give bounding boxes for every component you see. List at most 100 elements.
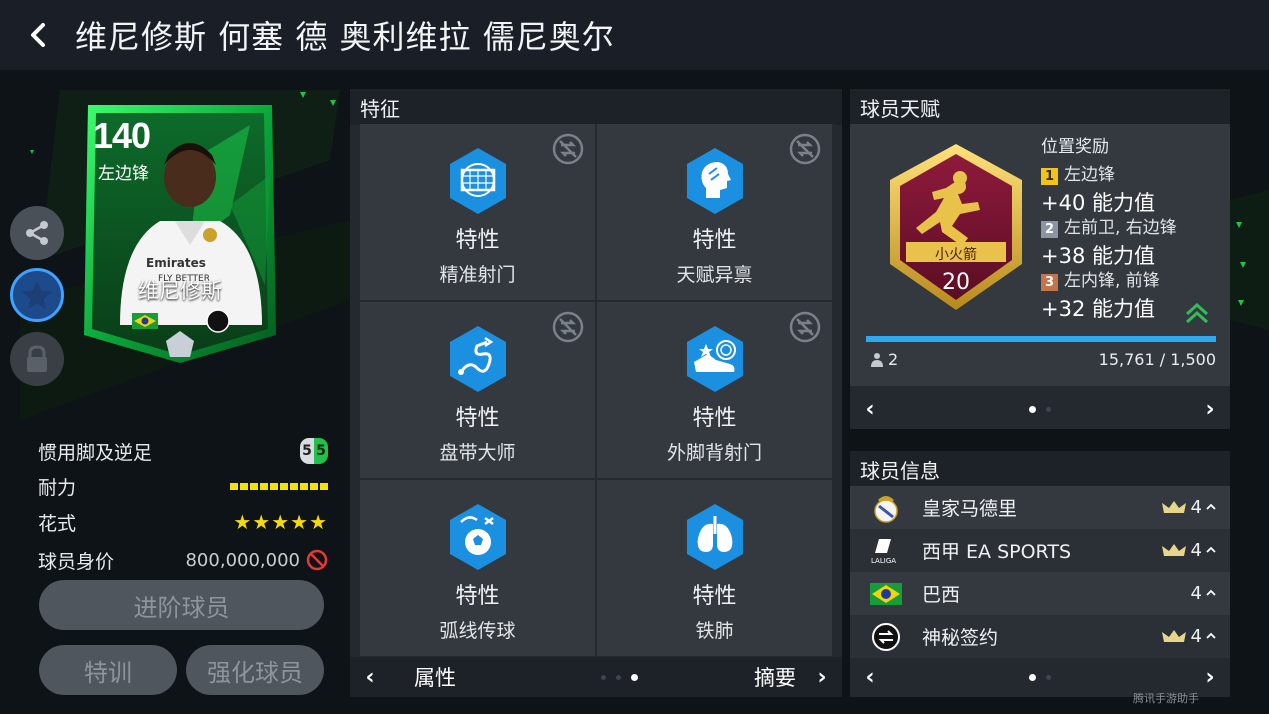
feature-name: 铁肺 [695, 620, 734, 642]
feature-cell-5[interactable]: 特性 弧线传球 [360, 480, 597, 658]
info-rating: 4 [1140, 583, 1230, 604]
talent-badge-name: 小火箭 [935, 247, 977, 263]
mystery-sign-icon [872, 622, 900, 651]
rating-value: 4 [1190, 626, 1202, 647]
feature-cell-3[interactable]: 特性 盘带大师 [360, 302, 597, 480]
info-prev-arrow[interactable]: ‹ [850, 665, 890, 690]
feature-name: 精准射门 [439, 264, 516, 286]
swap-icon[interactable] [551, 310, 585, 344]
talent-progress-fill [866, 336, 1216, 342]
card-position: 左边锋 [98, 164, 149, 184]
share-icon [26, 221, 48, 245]
lock-button[interactable] [10, 332, 64, 386]
reward-row-1: 1 左边锋 +40 能力值 [1041, 160, 1155, 217]
reward-row-3: 3 左内锋, 前锋 +32 能力值 [1041, 266, 1160, 323]
rank-badge: 1 [1041, 168, 1058, 185]
position-reward-title: 位置奖励 [1041, 137, 1109, 157]
info-row-signing[interactable]: 神秘签约 4 [850, 615, 1230, 658]
info-label: 西甲 EA SPORTS [922, 541, 1072, 563]
prev-arrow[interactable]: ‹ [350, 665, 390, 690]
price-label: 球员身价 [38, 550, 115, 573]
foot-rating: 5 5 [300, 438, 328, 464]
info-rating: 4 [1140, 626, 1230, 647]
chevron-up-icon [1206, 632, 1216, 639]
features-footer: ‹ 属性 摘要 › [350, 657, 842, 697]
talent-footer: ‹ › [850, 389, 1230, 429]
reward-positions: 左内锋, 前锋 [1064, 271, 1160, 291]
rating-value: 4 [1190, 583, 1202, 604]
features-panel: 特征 特性 精准射门 特性 天赋异禀 特性 盘带大师 特性 外脚背射门 特性 弧… [350, 89, 842, 697]
foot-stat-row: 惯用脚及逆足 5 5 [38, 436, 328, 466]
feature-cell-6[interactable]: 特性 铁肺 [597, 480, 834, 658]
info-row-nation[interactable]: 巴西 4 [850, 572, 1230, 615]
chevron-left-icon [30, 23, 45, 47]
feature-cell-2[interactable]: 特性 天赋异禀 [597, 124, 834, 302]
feature-type: 特性 [455, 584, 500, 609]
next-arrow[interactable]: › [802, 665, 842, 690]
card-player-name: 维尼修斯 [138, 279, 222, 303]
curve-ball-icon [449, 504, 506, 570]
price-stat-row: 球员身价 800,000,000 [38, 545, 328, 575]
attributes-tab[interactable]: 属性 [414, 662, 456, 692]
feature-name: 外脚背射门 [666, 442, 762, 464]
info-label: 巴西 [922, 584, 961, 606]
info-row-league[interactable]: LALIGA 西甲 EA SPORTS 4 [850, 529, 1230, 572]
page-title: 维尼修斯 何塞 德 奥利维拉 儒尼奥尔 [75, 18, 615, 56]
chevron-up-icon [1206, 503, 1216, 510]
feature-name: 弧线传球 [439, 620, 516, 642]
goal-net-icon [449, 148, 506, 214]
lungs-icon [686, 504, 743, 570]
chevron-up-icon [1206, 546, 1216, 553]
crown-icon [1161, 543, 1186, 556]
info-next-arrow[interactable]: › [1190, 665, 1230, 690]
reward-positions: 左边锋 [1064, 165, 1115, 185]
back-button[interactable] [0, 0, 75, 70]
feature-type: 特性 [692, 584, 737, 609]
svg-text:LALIGA: LALIGA [871, 557, 896, 565]
feature-cell-4[interactable]: 特性 外脚背射门 [597, 302, 834, 480]
enhance-player-button[interactable]: 强化球员 [186, 645, 324, 695]
swap-icon[interactable] [788, 132, 822, 166]
star-icon [22, 280, 52, 310]
price-value: 800,000,000 [185, 549, 300, 571]
reward-positions: 左前卫, 右边锋 [1064, 218, 1177, 238]
advance-player-button[interactable]: 进阶球员 [39, 580, 324, 630]
info-label: 神秘签约 [922, 627, 999, 649]
talent-next-arrow[interactable]: › [1190, 397, 1230, 422]
summary-tab[interactable]: 摘要 [754, 662, 796, 692]
info-label: 皇家马德里 [922, 498, 1018, 520]
swap-icon[interactable] [788, 310, 822, 344]
info-row-club[interactable]: 皇家马德里 4 [850, 486, 1230, 529]
player-card[interactable]: Emirates FLY BETTER 140 左边锋 维尼修斯 [80, 95, 280, 367]
special-training-button[interactable]: 特训 [39, 645, 177, 695]
stamina-label: 耐力 [38, 476, 77, 499]
brazil-flag-icon [870, 582, 902, 605]
share-button[interactable] [10, 206, 64, 260]
player-count-icon [871, 353, 883, 367]
feature-type: 特性 [692, 228, 737, 253]
talent-page-dots [1029, 405, 1051, 413]
reward-row-2: 2 左前卫, 右边锋 +38 能力值 [1041, 213, 1177, 270]
lock-icon [27, 345, 47, 372]
reward-bonus: +32 能力值 [1041, 297, 1155, 321]
boot-icon [686, 326, 743, 392]
laliga-logo-icon: LALIGA [871, 538, 896, 565]
foot-weak-value: 5 [314, 438, 328, 464]
crown-icon [1161, 500, 1186, 513]
skill-stat-row: 花式 ★★★★★ [38, 507, 328, 537]
rating-value: 4 [1190, 540, 1202, 561]
price-value-group: 800,000,000 [185, 549, 328, 571]
watermark: 腾讯手游助手 [1133, 692, 1199, 705]
talent-prev-arrow[interactable]: ‹ [850, 397, 890, 422]
favorite-button[interactable] [10, 268, 64, 322]
feature-cell-1[interactable]: 特性 精准射门 [360, 124, 597, 302]
prohibited-icon [306, 549, 328, 571]
expand-up-icon[interactable] [1185, 302, 1209, 324]
feature-name: 天赋异禀 [676, 264, 753, 286]
info-title: 球员信息 [850, 451, 1230, 487]
rank-badge: 3 [1041, 274, 1058, 291]
page-dots [601, 673, 638, 681]
swap-icon[interactable] [551, 132, 585, 166]
talent-progress-bar [866, 336, 1216, 342]
crown-icon [1161, 629, 1186, 642]
